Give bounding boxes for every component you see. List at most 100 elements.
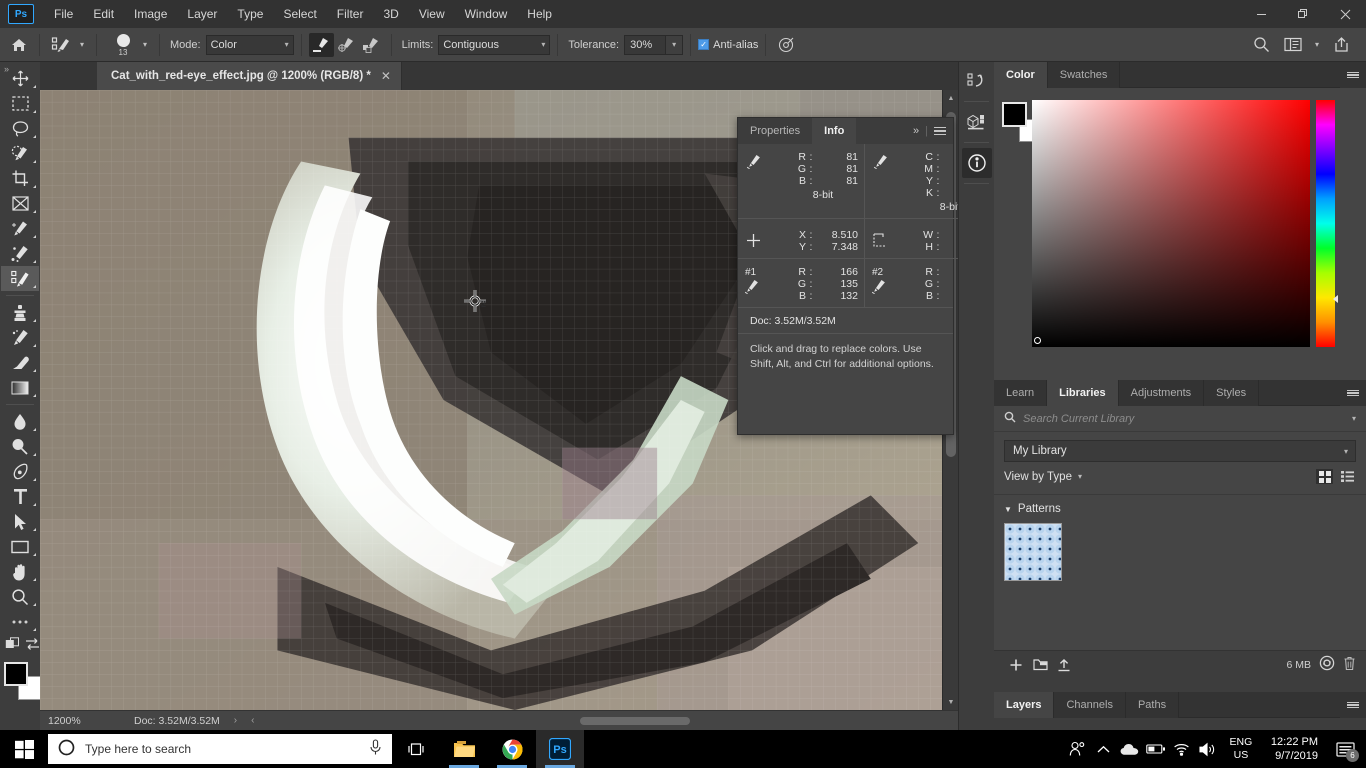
onedrive-cloud-icon[interactable]: [1117, 730, 1143, 768]
library-asset-thumbnail[interactable]: [1004, 523, 1062, 581]
tab-libraries[interactable]: Libraries: [1047, 380, 1119, 406]
library-select[interactable]: My Library ▾: [1004, 440, 1356, 462]
creative-cloud-icon[interactable]: [1319, 655, 1335, 674]
clock[interactable]: 12:22 PM 9/7/2019: [1261, 735, 1328, 763]
scroll-up-icon[interactable]: ▲: [943, 90, 958, 106]
sampling-once-icon[interactable]: [334, 33, 359, 57]
status-next-icon[interactable]: ›: [234, 715, 237, 726]
action-center-icon[interactable]: 6: [1328, 730, 1362, 768]
microphone-icon[interactable]: [369, 739, 382, 759]
quick-mask-icon[interactable]: [5, 637, 21, 654]
3d-panel-icon[interactable]: [962, 107, 992, 137]
zoom-tool[interactable]: [1, 584, 39, 609]
show-hidden-icons-chevron[interactable]: [1091, 730, 1117, 768]
tool-preset-chevron-down-icon[interactable]: ▾: [75, 40, 89, 49]
windows-start-icon[interactable]: [0, 730, 48, 768]
hand-tool[interactable]: [1, 559, 39, 584]
battery-icon[interactable]: [1143, 730, 1169, 768]
clone-stamp-tool[interactable]: [1, 300, 39, 325]
eraser-tool[interactable]: [1, 350, 39, 375]
list-view-icon[interactable]: [1339, 469, 1356, 484]
crop-tool[interactable]: [1, 166, 39, 191]
tab-paths[interactable]: Paths: [1126, 692, 1180, 718]
horizontal-scroll-thumb[interactable]: [580, 717, 690, 725]
spot-healing-brush-tool[interactable]: [1, 241, 39, 266]
share-icon[interactable]: [1326, 32, 1356, 58]
expand-panel-icon[interactable]: »: [913, 125, 919, 137]
input-language-indicator[interactable]: ENG US: [1221, 736, 1261, 762]
menu-edit[interactable]: Edit: [83, 3, 124, 25]
color-replacement-tool[interactable]: [1, 266, 39, 291]
people-icon[interactable]: [1065, 730, 1091, 768]
status-prev-icon[interactable]: ‹: [251, 715, 254, 726]
tab-color[interactable]: Color: [994, 62, 1048, 88]
menu-file[interactable]: File: [44, 3, 83, 25]
search-chevron-down-icon[interactable]: ▾: [1352, 414, 1356, 423]
menu-help[interactable]: Help: [517, 3, 562, 25]
foreground-color-swatch[interactable]: [1002, 102, 1027, 127]
view-by-chevron-down-icon[interactable]: ▾: [1078, 472, 1082, 481]
hue-slider-handle[interactable]: [1333, 295, 1338, 303]
canvas-horizontal-scrollbar[interactable]: [530, 711, 958, 731]
color-panel-menu-icon[interactable]: [1340, 62, 1366, 88]
menu-select[interactable]: Select: [273, 3, 326, 25]
menu-3d[interactable]: 3D: [373, 3, 408, 25]
tab-styles[interactable]: Styles: [1204, 380, 1260, 406]
anti-alias-checkbox[interactable]: ✓ Anti-alias: [698, 39, 758, 51]
brush-size-picker[interactable]: 13: [108, 33, 138, 57]
lasso-tool[interactable]: [1, 116, 39, 141]
tab-adjustments[interactable]: Adjustments: [1119, 380, 1205, 406]
mode-select[interactable]: Color ▾: [205, 34, 294, 55]
limits-select[interactable]: Contiguous ▾: [438, 34, 551, 55]
tool-preset-picker[interactable]: [47, 33, 75, 57]
eyedropper-tool[interactable]: [1, 216, 39, 241]
document-tab[interactable]: Cat_with_red-eye_effect.jpg @ 1200% (RGB…: [97, 62, 402, 90]
tab-layers[interactable]: Layers: [994, 692, 1055, 718]
google-chrome-icon[interactable]: [488, 730, 536, 768]
grid-view-icon[interactable]: [1316, 469, 1333, 484]
menu-layer[interactable]: Layer: [177, 3, 227, 25]
upload-icon[interactable]: [1052, 658, 1076, 672]
workspace-icon[interactable]: [1278, 32, 1308, 58]
search-input[interactable]: [1023, 412, 1352, 425]
tab-info[interactable]: Info: [812, 118, 857, 144]
search-icon[interactable]: [1246, 32, 1276, 58]
patterns-group-header[interactable]: ▼ Patterns: [1004, 503, 1356, 515]
path-selection-tool[interactable]: [1, 509, 39, 534]
screen-mode-icon[interactable]: [25, 637, 40, 654]
menu-window[interactable]: Window: [455, 3, 518, 25]
file-explorer-icon[interactable]: [440, 730, 488, 768]
color-field[interactable]: [1032, 100, 1310, 347]
foreground-color-swatch[interactable]: [4, 662, 28, 686]
info-panel-icon[interactable]: [961, 148, 992, 178]
add-content-icon[interactable]: [1004, 658, 1028, 672]
hue-slider[interactable]: [1316, 100, 1338, 347]
new-library-icon[interactable]: [1028, 658, 1052, 671]
taskbar-search-box[interactable]: Type here to search: [48, 734, 392, 764]
disclosure-triangle-icon[interactable]: ▼: [1004, 505, 1012, 514]
photoshop-taskbar-icon[interactable]: Ps: [536, 730, 584, 768]
edit-toolbar-button[interactable]: [1, 609, 39, 634]
brush-chevron-down-icon[interactable]: ▾: [138, 40, 152, 49]
workspace-chevron-down-icon[interactable]: ▾: [1310, 40, 1324, 49]
view-by-label[interactable]: View by Type: [1004, 471, 1072, 483]
pen-tool[interactable]: [1, 459, 39, 484]
collapse-panels-icon[interactable]: »: [4, 64, 9, 74]
sampling-continuous-icon[interactable]: [308, 32, 334, 57]
rectangular-marquee-tool[interactable]: [1, 91, 39, 116]
task-view-icon[interactable]: [392, 730, 440, 768]
color-swatches[interactable]: [2, 660, 42, 702]
close-icon[interactable]: ✕: [381, 69, 391, 83]
menu-image[interactable]: Image: [124, 3, 177, 25]
tab-channels[interactable]: Channels: [1054, 692, 1126, 718]
tab-swatches[interactable]: Swatches: [1048, 62, 1121, 88]
close-button[interactable]: [1324, 0, 1366, 28]
quick-selection-tool[interactable]: [1, 141, 39, 166]
wifi-icon[interactable]: [1169, 730, 1195, 768]
zoom-level-field[interactable]: 1200%: [40, 715, 102, 727]
menu-type[interactable]: Type: [227, 3, 273, 25]
tab-properties[interactable]: Properties: [738, 118, 812, 144]
tab-learn[interactable]: Learn: [994, 380, 1048, 406]
sampling-background-swatch-icon[interactable]: [359, 33, 384, 57]
color-field-picker-handle[interactable]: [1034, 337, 1041, 344]
